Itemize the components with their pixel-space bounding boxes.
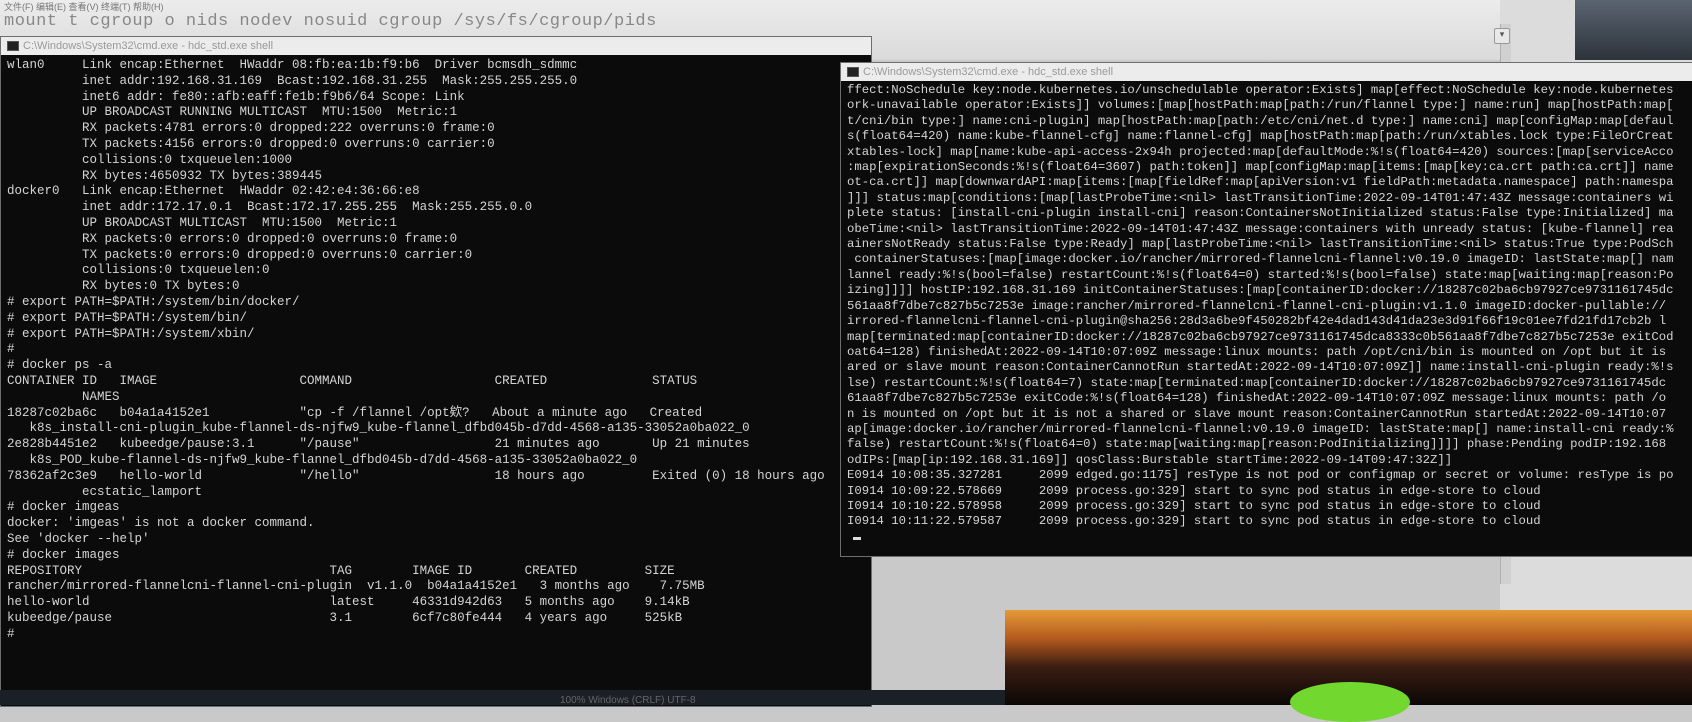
window-titlebar[interactable]: C:\Windows\System32\cmd.exe - hdc_std.ex… [1, 37, 871, 55]
terminal-line: # [7, 342, 15, 357]
terminal-line: # docker images [7, 547, 120, 562]
terminal-line: odIPs:[map[ip:192.168.31.169]] qosClass:… [847, 452, 1453, 467]
window-titlebar[interactable]: C:\Windows\System32\cmd.exe - hdc_std.ex… [841, 63, 1692, 81]
terminal-line: 2e828b4451e2 kubeedge/pause:3.1 "/pause"… [7, 437, 750, 452]
terminal-line: 61aa8f7dbe7c827b5c7253e exitCode:%!s(flo… [847, 391, 1667, 406]
terminal-line: # export PATH=$PATH:/system/xbin/ [7, 326, 255, 341]
terminal-line: # export PATH=$PATH:/system/bin/docker/ [7, 294, 300, 309]
terminal-line: ot-ca.crt]] map[downwardAPI:map[items:[m… [847, 175, 1674, 190]
terminal-line: ap[image:docker.io/rancher/mirrored-flan… [847, 421, 1674, 436]
window-title: C:\Windows\System32\cmd.exe - hdc_std.ex… [23, 40, 274, 52]
terminal-line: # docker imgeas [7, 500, 120, 515]
terminal-line: 561aa8f7dbe7c827b5c7253e image:rancher/m… [847, 298, 1667, 313]
terminal-line: # docker ps -a [7, 358, 113, 373]
terminal-line: t/cni/bin type:] name:cni-plugin] map[ho… [847, 113, 1674, 128]
terminal-line: ecstatic_lamport [7, 484, 203, 499]
terminal-line: izing]]]] hostIP:192.168.31.169 initCont… [847, 283, 1674, 298]
wallpaper-green-shape [1290, 682, 1410, 722]
terminal-line: ffect:NoSchedule key:node.kubernetes.io/… [847, 83, 1674, 97]
terminal-line: REPOSITORY TAG IMAGE ID CREATED SIZE [7, 563, 675, 578]
cmd-window-shell[interactable]: C:\Windows\System32\cmd.exe - hdc_std.ex… [0, 36, 872, 707]
terminal-line: false) restartCount:%!s(float64=0) state… [847, 437, 1667, 452]
terminal-line: UP BROADCAST MULTICAST MTU:1500 Metric:1 [7, 215, 398, 230]
terminal-line: inet addr:192.168.31.169 Bcast:192.168.3… [7, 73, 578, 88]
terminal-line: I0914 10:10:22.578958 2099 process.go:32… [847, 498, 1541, 513]
terminal-line: obeTime:<nil> lastTransitionTime:2022-09… [847, 221, 1674, 236]
terminal-line: TX packets:0 errors:0 dropped:0 overruns… [7, 247, 473, 262]
terminal-line: n is mounted on /opt but it is not a sha… [847, 406, 1667, 421]
terminal-line: NAMES [7, 389, 120, 404]
terminal-line: inet6 addr: fe80::afb:eaff:fe1b:f9b6/64 … [7, 89, 465, 104]
terminal-line: docker: 'imgeas' is not a docker command… [7, 516, 315, 531]
terminal-line: See 'docker --help' [7, 531, 150, 546]
cmd-icon [847, 67, 859, 78]
window-title: C:\Windows\System32\cmd.exe - hdc_std.ex… [863, 66, 1114, 78]
terminal-line: k8s_POD_kube-flannel-ds-njfw9_kube-flann… [7, 452, 638, 467]
text-cursor [853, 536, 861, 540]
terminal-line: s(float64=420) name:kube-flannel-cfg] na… [847, 129, 1674, 144]
terminal-line: k8s_install-cni-plugin_kube-flannel-ds-n… [7, 421, 750, 436]
terminal-line: UP BROADCAST RUNNING MULTICAST MTU:1500 … [7, 105, 458, 120]
terminal-line: rancher/mirrored-flannelcni-flannel-cni-… [7, 579, 705, 594]
terminal-line: RX packets:4781 errors:0 dropped:222 ove… [7, 121, 495, 136]
terminal-line: containerStatuses:[map[image:docker.io/r… [847, 252, 1674, 267]
status-text: 100% Windows (CRLF) UTF-8 [560, 695, 696, 706]
terminal-line: wlan0 Link encap:Ethernet HWaddr 08:fb:e… [7, 58, 578, 72]
terminal-line: CONTAINER ID IMAGE COMMAND CREATED STATU… [7, 373, 698, 388]
terminal-line: collisions:0 txqueuelen:1000 [7, 152, 293, 167]
terminal-line: collisions:0 txqueuelen:0 [7, 263, 270, 278]
terminal-line: I0914 10:09:22.578669 2099 process.go:32… [847, 483, 1541, 498]
terminal-line: ork-unavailable operator:Exists]] volume… [847, 98, 1674, 113]
expand-icon[interactable]: ▾ [1494, 28, 1510, 44]
taskbar: 100% Windows (CRLF) UTF-8 [0, 690, 1005, 706]
cmd-icon [7, 41, 19, 52]
terminal-line: irrored-flannelcni-flannel-cni-plugin@sh… [847, 314, 1667, 329]
terminal-line: :map[expirationSeconds:%!s(float64=3607)… [847, 160, 1674, 175]
terminal-line: RX packets:0 errors:0 dropped:0 overruns… [7, 231, 458, 246]
background-command-line: mount t cgroup o nids nodev nosuid cgrou… [4, 12, 657, 31]
terminal-output[interactable]: ffect:NoSchedule key:node.kubernetes.io/… [841, 81, 1692, 545]
terminal-line: docker0 Link encap:Ethernet HWaddr 02:42… [7, 184, 420, 199]
terminal-line: oat64=128) finishedAt:2022-09-14T10:07:0… [847, 344, 1667, 359]
terminal-line: ared or slave mount reason:ContainerCann… [847, 360, 1674, 375]
terminal-line: RX bytes:0 TX bytes:0 [7, 279, 240, 294]
terminal-line: xtables-lock] map[name:kube-api-access-2… [847, 144, 1674, 159]
dark-window-edge [1575, 0, 1692, 60]
terminal-line: lannel ready:%!s(bool=false) restartCoun… [847, 267, 1674, 282]
terminal-line: RX bytes:4650932 TX bytes:389445 [7, 168, 323, 183]
terminal-line: map[terminated:map[containerID:docker://… [847, 329, 1674, 344]
terminal-line: E0914 10:08:35.327281 2099 edged.go:1175… [847, 468, 1674, 483]
terminal-line: 18287c02ba6c b04a1a4152e1 "cp -f /flanne… [7, 405, 703, 420]
terminal-line: ainersNotReady status:False type:Ready] … [847, 237, 1674, 252]
cmd-window-log[interactable]: C:\Windows\System32\cmd.exe - hdc_std.ex… [840, 62, 1692, 557]
terminal-output[interactable]: wlan0 Link encap:Ethernet HWaddr 08:fb:e… [1, 55, 871, 642]
terminal-line: ]]] status:map[conditions:[map[lastProbe… [847, 190, 1674, 205]
terminal-line: kubeedge/pause 3.1 6cf7c80fe444 4 years … [7, 610, 683, 625]
terminal-line: I0914 10:11:22.579587 2099 process.go:32… [847, 514, 1541, 529]
terminal-line: TX packets:4156 errors:0 dropped:0 overr… [7, 136, 495, 151]
terminal-line: plete status: [install-cni-plugin instal… [847, 206, 1674, 221]
terminal-line: # [7, 626, 15, 641]
terminal-line: 78362af2c3e9 hello-world "/hello" 18 hou… [7, 468, 825, 483]
terminal-line: inet addr:172.17.0.1 Bcast:172.17.255.25… [7, 200, 533, 215]
terminal-line: lse) restartCount:%!s(float64=7) state:m… [847, 375, 1667, 390]
terminal-line: # export PATH=$PATH:/system/bin/ [7, 310, 248, 325]
terminal-line: hello-world latest 46331d942d63 5 months… [7, 595, 690, 610]
